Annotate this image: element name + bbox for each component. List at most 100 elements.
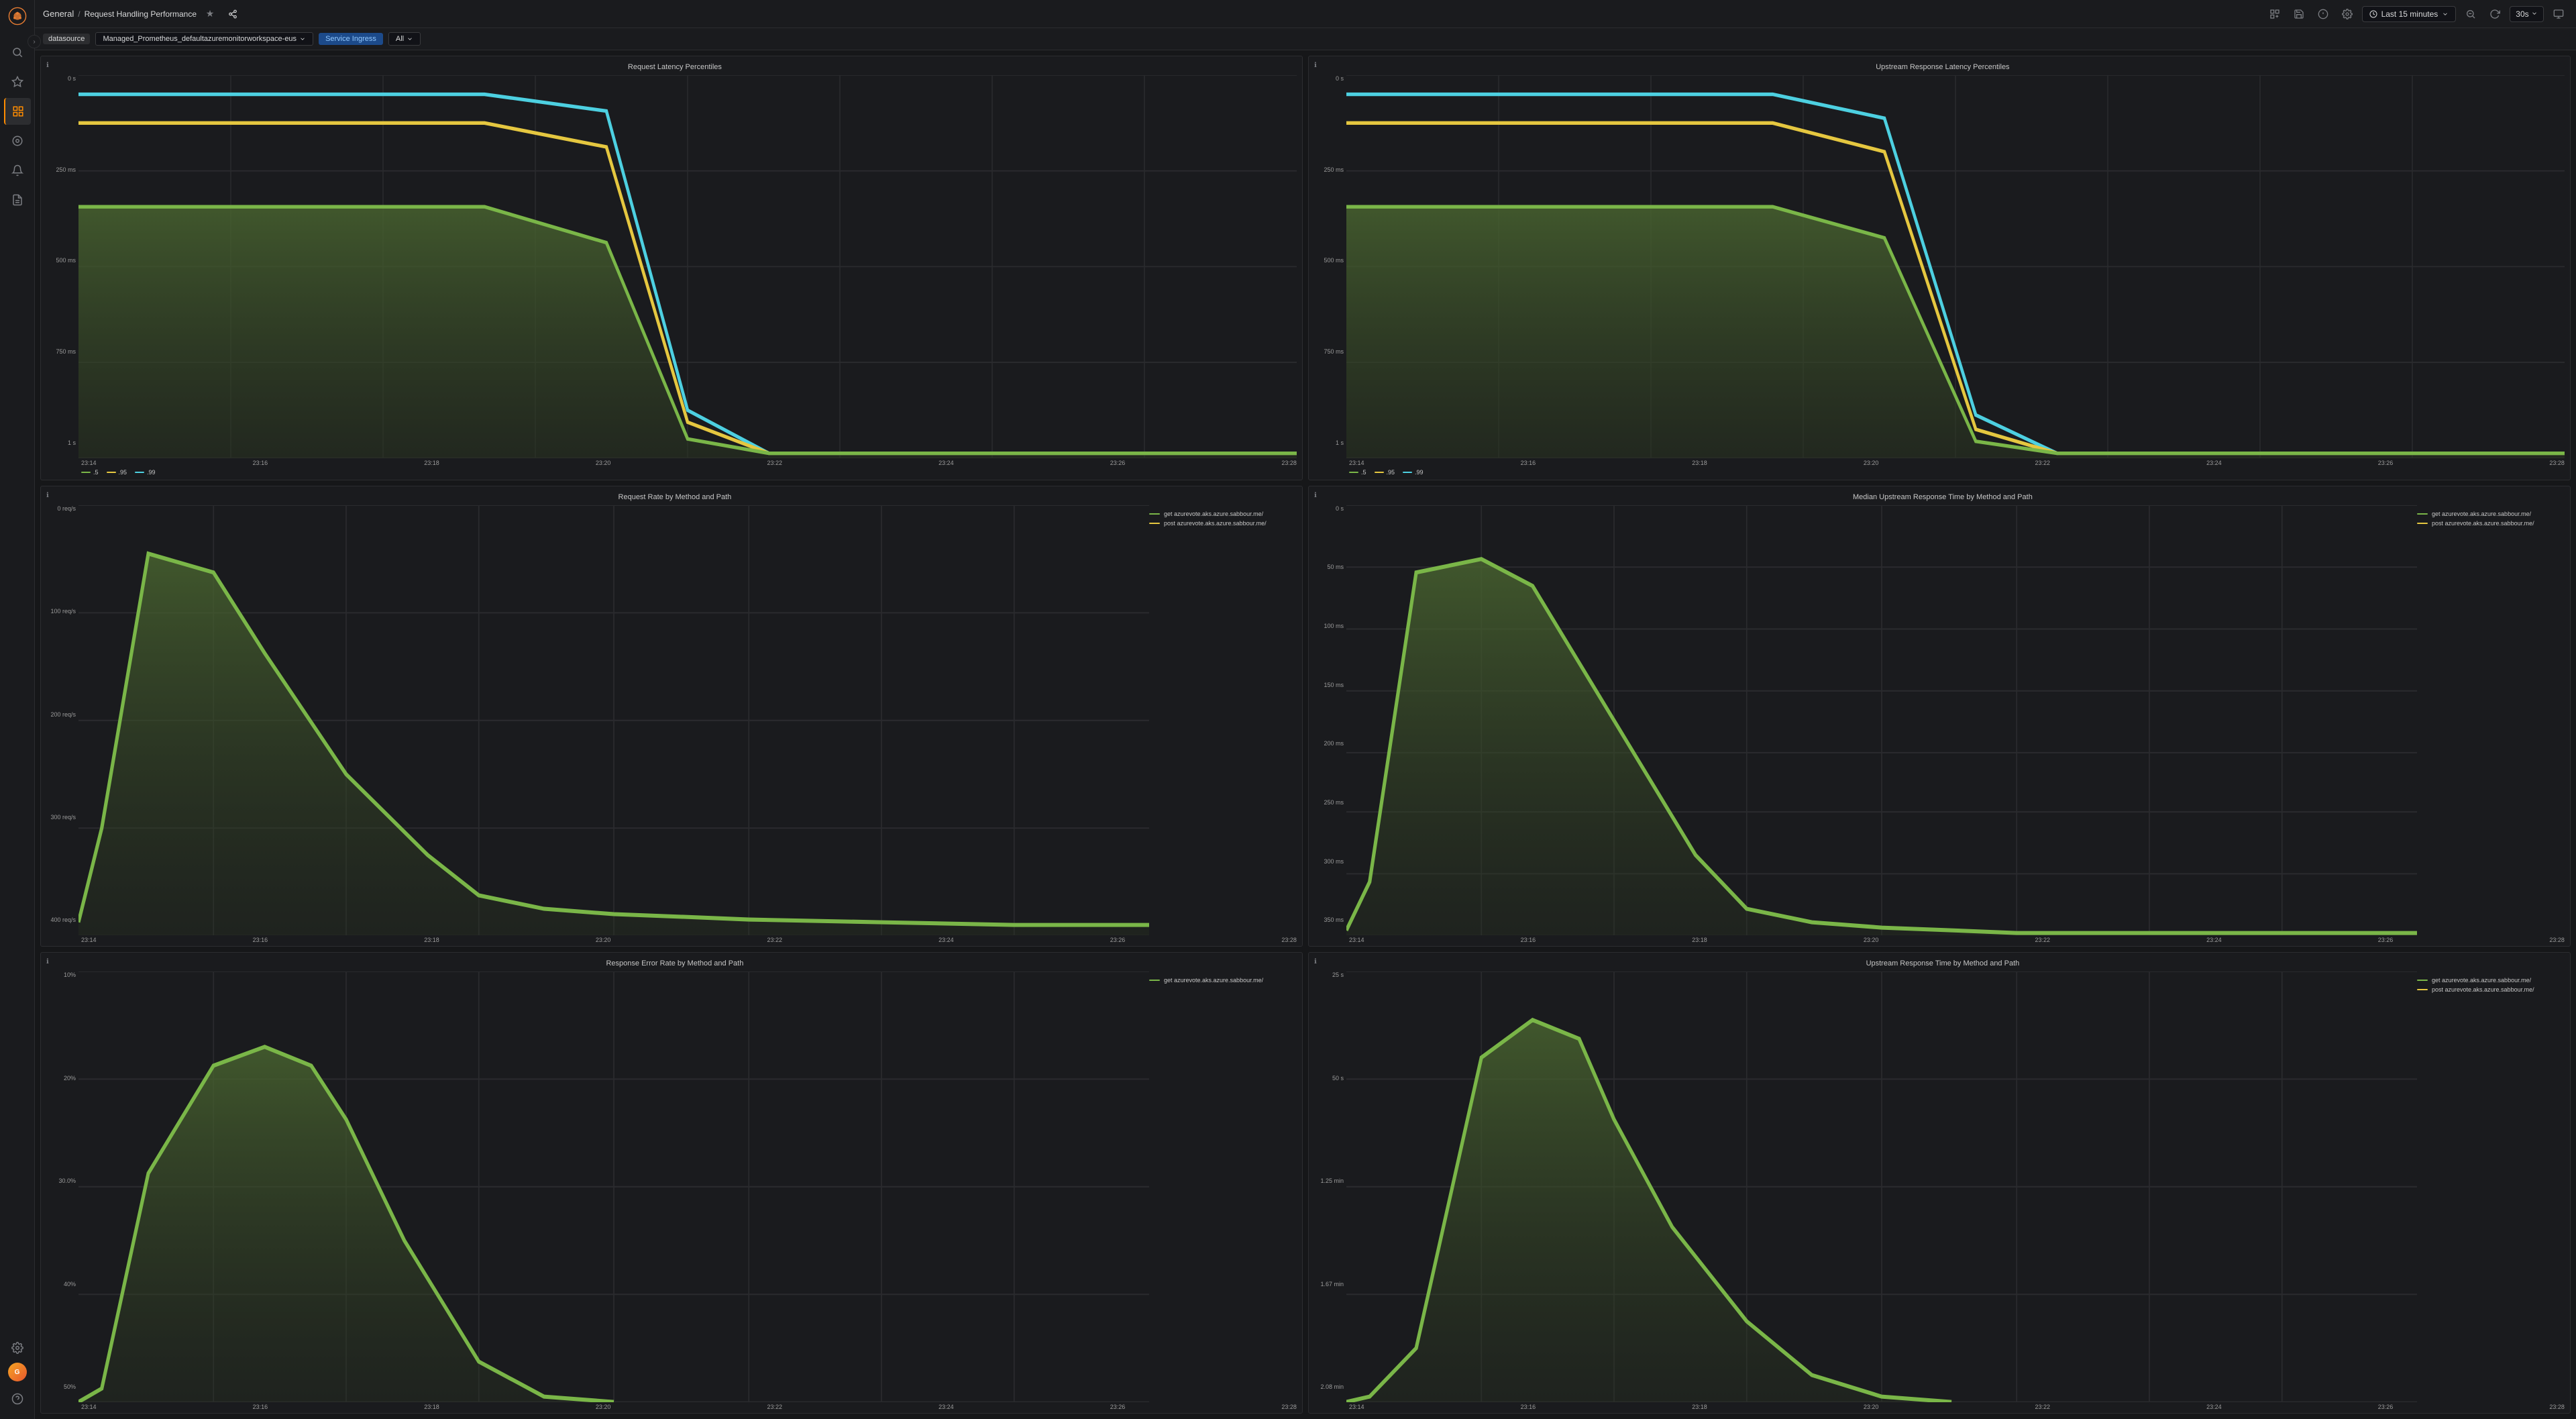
y-axis-upstream-latency: 1 s 750 ms 500 ms 250 ms 0 s bbox=[1314, 75, 1346, 458]
legend-item-p5: .5 bbox=[81, 469, 99, 476]
panel-layout-upstream-time: 2.08 min 1.67 min 1.25 min 50 s 25 s bbox=[1314, 971, 2565, 1402]
panel-header-error-rate: ℹ Response Error Rate by Method and Path bbox=[41, 953, 1302, 969]
sidebar-item-dashboards[interactable] bbox=[4, 98, 31, 125]
sidebar-collapse-button[interactable]: › bbox=[28, 35, 41, 48]
legend-color-p99 bbox=[135, 472, 144, 473]
avatar[interactable]: G bbox=[8, 1363, 27, 1381]
filterbar: datasource Managed_Prometheus_defaultazu… bbox=[35, 28, 2576, 50]
refresh-interval-label: 30s bbox=[2516, 9, 2528, 19]
star-icon[interactable]: ★ bbox=[201, 5, 219, 23]
panel-info-icon-6[interactable]: ℹ bbox=[1314, 958, 1317, 965]
panel-title-upstream-latency: Upstream Response Latency Percentiles bbox=[1321, 60, 2565, 72]
panel-body-upstream-time: 2.08 min 1.67 min 1.25 min 50 s 25 s bbox=[1309, 969, 2570, 1413]
panel-title-median-upstream: Median Upstream Response Time by Method … bbox=[1321, 490, 2565, 503]
panel-layout-request-rate: 400 req/s 300 req/s 200 req/s 100 req/s … bbox=[46, 505, 1297, 936]
breadcrumb: General / Request Handling Performance ★ bbox=[43, 5, 2265, 23]
chart-area-median-upstream: 350 ms 300 ms 250 ms 200 ms 150 ms 100 m… bbox=[1314, 505, 2417, 936]
dashboard-grid: ℹ Request Latency Percentiles 1 s 750 ms… bbox=[35, 50, 2576, 1419]
panel-body-error-rate: 50% 40% 30.0% 20% 10% bbox=[41, 969, 1302, 1413]
all-filter-dropdown[interactable]: All bbox=[388, 32, 421, 46]
datasource-dropdown[interactable]: Managed_Prometheus_defaultazuremonitorwo… bbox=[95, 32, 313, 46]
panel-info-icon-1[interactable]: ℹ bbox=[46, 62, 49, 69]
x-axis-upstream-time: 23:14 23:16 23:18 23:20 23:22 23:24 23:2… bbox=[1314, 1402, 2565, 1410]
datasource-label: datasource bbox=[48, 35, 85, 43]
panel-info-icon-5[interactable]: ℹ bbox=[46, 958, 49, 965]
panel-info-icon-2[interactable]: ℹ bbox=[1314, 62, 1317, 69]
legend-item-p95-2: .95 bbox=[1375, 469, 1395, 476]
sidebar-item-explore[interactable] bbox=[4, 127, 31, 154]
y-axis-upstream-time: 2.08 min 1.67 min 1.25 min 50 s 25 s bbox=[1314, 971, 1346, 1402]
settings-icon[interactable] bbox=[2338, 5, 2357, 23]
legend-upstream-latency: .5 .95 .99 bbox=[1314, 466, 2565, 477]
add-panel-icon[interactable] bbox=[2265, 5, 2284, 23]
legend-post: post azurevote.aks.azure.sabbour.me/ bbox=[1149, 520, 1291, 527]
refresh-icon[interactable] bbox=[2485, 5, 2504, 23]
legend-item-p5-2: .5 bbox=[1349, 469, 1366, 476]
legend-post-upstream: post azurevote.aks.azure.sabbour.me/ bbox=[2417, 986, 2559, 993]
panel-header-median-upstream: ℹ Median Upstream Response Time by Metho… bbox=[1309, 486, 2570, 503]
x-axis-median-upstream: 23:14 23:16 23:18 23:20 23:22 23:24 23:2… bbox=[1314, 935, 2565, 943]
breadcrumb-separator: / bbox=[78, 9, 80, 19]
legend-item-p99: .99 bbox=[135, 469, 156, 476]
panel-title-error-rate: Response Error Rate by Method and Path bbox=[53, 957, 1297, 969]
right-legend-median-upstream: get azurevote.aks.azure.sabbour.me/ post… bbox=[2417, 505, 2565, 936]
datasource-value: Managed_Prometheus_defaultazuremonitorwo… bbox=[103, 35, 297, 43]
sidebar-bottom: G bbox=[4, 1333, 31, 1414]
legend-request-latency: .5 .95 .99 bbox=[46, 466, 1297, 477]
chart-area-upstream-time: 2.08 min 1.67 min 1.25 min 50 s 25 s bbox=[1314, 971, 2417, 1402]
y-label: 500 ms bbox=[46, 257, 76, 264]
sidebar-item-alerting[interactable] bbox=[4, 157, 31, 184]
save-icon[interactable] bbox=[2290, 5, 2308, 23]
tv-mode-icon[interactable] bbox=[2549, 5, 2568, 23]
panel-upstream-response-time: ℹ Upstream Response Time by Method and P… bbox=[1308, 952, 2571, 1414]
sidebar-item-starred[interactable] bbox=[4, 68, 31, 95]
panel-layout-median-upstream: 350 ms 300 ms 250 ms 200 ms 150 ms 100 m… bbox=[1314, 505, 2565, 936]
all-filter-label: All bbox=[396, 35, 404, 43]
legend-color bbox=[2417, 523, 2428, 524]
legend-item-p99-2: .99 bbox=[1403, 469, 1424, 476]
panel-title-request-rate: Request Rate by Method and Path bbox=[53, 490, 1297, 503]
y-axis-request-latency: 1 s 750 ms 500 ms 250 ms 0 s bbox=[46, 75, 78, 458]
legend-item-p95: .95 bbox=[107, 469, 127, 476]
time-range-button[interactable]: Last 15 minutes bbox=[2362, 6, 2457, 22]
x-axis-request-rate: 23:14 23:16 23:18 23:20 23:22 23:24 23:2… bbox=[46, 935, 1297, 943]
chart-area-error-rate: 50% 40% 30.0% 20% 10% bbox=[46, 971, 1149, 1402]
share-icon[interactable] bbox=[223, 5, 242, 23]
breadcrumb-prefix: General bbox=[43, 9, 74, 19]
service-ingress-filter[interactable]: Service Ingress bbox=[319, 33, 383, 45]
x-axis-error-rate: 23:14 23:16 23:18 23:20 23:22 23:24 23:2… bbox=[46, 1402, 1297, 1410]
panel-header-upstream-time: ℹ Upstream Response Time by Method and P… bbox=[1309, 953, 2570, 969]
panel-body-upstream-latency: 1 s 750 ms 500 ms 250 ms 0 s bbox=[1309, 72, 2570, 480]
chart-content-request-latency bbox=[78, 75, 1297, 458]
legend-get: get azurevote.aks.azure.sabbour.me/ bbox=[1149, 511, 1291, 517]
sidebar-item-help[interactable] bbox=[4, 1385, 31, 1412]
legend-label-post: post azurevote.aks.azure.sabbour.me/ bbox=[1164, 520, 1267, 527]
y-label: 1 s bbox=[46, 439, 76, 446]
sidebar-item-search[interactable] bbox=[4, 39, 31, 66]
y-label: 750 ms bbox=[46, 348, 76, 355]
time-range-label: Last 15 minutes bbox=[2381, 9, 2438, 19]
main-content: General / Request Handling Performance ★ bbox=[35, 0, 2576, 1419]
grafana-logo[interactable] bbox=[7, 5, 28, 27]
panel-info-icon-4[interactable]: ℹ bbox=[1314, 492, 1317, 499]
topbar: General / Request Handling Performance ★ bbox=[35, 0, 2576, 28]
chart-area-request-latency: 1 s 750 ms 500 ms 250 ms 0 s bbox=[46, 75, 1297, 458]
sidebar-item-reports[interactable] bbox=[4, 187, 31, 213]
legend-label-get: get azurevote.aks.azure.sabbour.me/ bbox=[1164, 511, 1263, 517]
panel-median-upstream: ℹ Median Upstream Response Time by Metho… bbox=[1308, 486, 2571, 947]
panel-layout-error-rate: 50% 40% 30.0% 20% 10% bbox=[46, 971, 1297, 1402]
chart-content-error-rate bbox=[78, 971, 1149, 1402]
panel-info-icon-3[interactable]: ℹ bbox=[46, 492, 49, 499]
mark-as-read-icon[interactable] bbox=[2314, 5, 2332, 23]
panel-body-request-latency: 1 s 750 ms 500 ms 250 ms 0 s bbox=[41, 72, 1302, 480]
legend-color-p5 bbox=[81, 472, 91, 473]
legend-color-p95 bbox=[107, 472, 116, 473]
chart-area-request-rate: 400 req/s 300 req/s 200 req/s 100 req/s … bbox=[46, 505, 1149, 936]
chart-content-upstream-latency bbox=[1346, 75, 2565, 458]
datasource-tag[interactable]: datasource bbox=[43, 34, 90, 44]
refresh-interval-button[interactable]: 30s bbox=[2510, 6, 2544, 22]
sidebar-item-settings[interactable] bbox=[4, 1334, 31, 1361]
right-legend-error-rate: get azurevote.aks.azure.sabbour.me/ bbox=[1149, 971, 1297, 1402]
zoom-out-icon[interactable] bbox=[2461, 5, 2480, 23]
panel-header-upstream-latency: ℹ Upstream Response Latency Percentiles bbox=[1309, 56, 2570, 72]
